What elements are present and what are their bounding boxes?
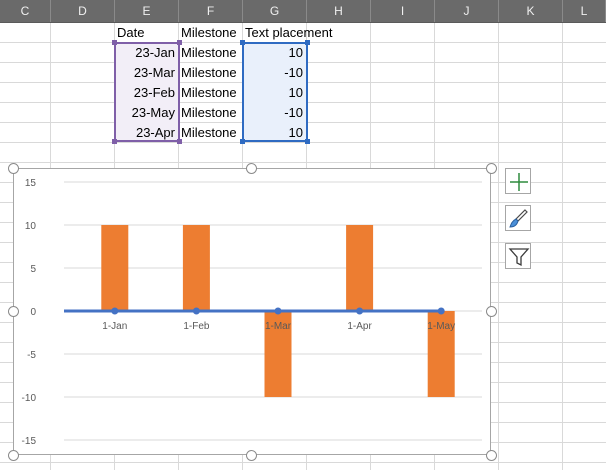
date-range-border [114,42,180,142]
chart-resize-handle[interactable] [246,450,257,461]
chart-line-point [356,307,364,315]
chart-y-tick-label: 15 [25,178,37,189]
column-header-g[interactable]: G [243,0,307,22]
chart-bar [346,225,374,311]
header-date[interactable]: Date [115,23,179,43]
column-header-d[interactable]: D [51,0,115,22]
chart-x-tick-label: 1-Mar [265,321,292,332]
range-resize-handle[interactable] [305,40,310,45]
gridline [498,23,499,470]
column-header-h[interactable]: H [307,0,371,22]
chart-x-tick-label: 1-Jan [102,321,127,332]
chart-x-tick-label: 1-Apr [347,321,372,332]
column-header-i[interactable]: I [371,0,435,22]
cell-milestone[interactable]: Milestone [179,123,243,143]
range-resize-handle[interactable] [177,139,182,144]
chart-plot: 15 10 5 0 -5 -10 -15 1-Jan 1-Feb 1-Mar 1-Apr 1-May [22,178,482,447]
range-resize-handle[interactable] [240,139,245,144]
chart-resize-handle[interactable] [246,163,257,174]
gridline [562,23,563,470]
chart-resize-handle[interactable] [486,163,497,174]
placement-range-border [242,42,308,142]
column-header-k[interactable]: K [499,0,563,22]
chart-line-point [111,307,119,315]
range-resize-handle[interactable] [305,139,310,144]
range-resize-handle[interactable] [112,40,117,45]
chart-x-tick-label: 1-May [427,321,455,332]
range-resize-handle[interactable] [240,40,245,45]
header-text-placement[interactable]: Text placement [243,23,353,43]
cell-milestone[interactable]: Milestone [179,63,243,83]
chart-line-point [192,307,200,315]
column-header-c[interactable]: C [0,0,51,22]
chart-resize-handle[interactable] [8,163,19,174]
cell-milestone[interactable]: Milestone [179,83,243,103]
range-resize-handle[interactable] [177,40,182,45]
chart-y-axis-labels: 15 10 5 0 -5 -10 -15 [22,178,37,447]
chart-filters-button[interactable] [505,243,531,269]
chart-y-tick-label: 0 [30,307,36,318]
chart-bar [182,225,210,311]
chart-x-tick-label: 1-Feb [183,321,210,332]
cell-milestone[interactable]: Milestone [179,43,243,63]
brush-icon [509,209,528,228]
chart-x-axis-labels: 1-Jan 1-Feb 1-Mar 1-Apr 1-May [102,321,455,332]
header-milestone[interactable]: Milestone [179,23,243,43]
column-header-f[interactable]: F [179,0,243,22]
chart-line-point [437,307,445,315]
chart-resize-handle[interactable] [8,450,19,461]
plus-icon [510,173,528,191]
chart-resize-handle[interactable] [8,306,19,317]
chart-y-tick-label: -5 [27,350,36,361]
chart-area[interactable]: 15 10 5 0 -5 -10 -15 1-Jan 1-Feb 1-Mar 1-Apr 1-May [13,168,491,455]
filter-icon [508,248,530,267]
chart-bar [101,225,129,311]
chart-y-tick-label: -15 [22,436,37,447]
chart-y-tick-label: 10 [25,221,37,232]
chart-y-tick-label: -10 [22,393,37,404]
cell-milestone[interactable]: Milestone [179,103,243,123]
chart-elements-button[interactable] [505,168,531,194]
chart-resize-handle[interactable] [486,450,497,461]
column-header-j[interactable]: J [435,0,499,22]
column-header-l[interactable]: L [563,0,606,22]
range-resize-handle[interactable] [112,139,117,144]
chart-line-point [274,307,282,315]
chart-y-tick-label: 5 [30,264,36,275]
column-header-bar: C D E F G H I J K L [0,0,606,23]
chart-resize-handle[interactable] [486,306,497,317]
column-header-e[interactable]: E [115,0,179,22]
chart-styles-button[interactable] [505,205,531,231]
